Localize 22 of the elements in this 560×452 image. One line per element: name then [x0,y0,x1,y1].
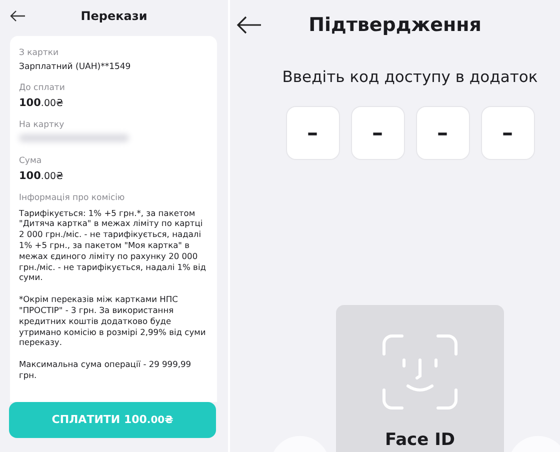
code-digit-field[interactable]: – [350,106,404,160]
commission-text: Максимальна сума операції - 29 999,99 грн. [19,359,192,381]
field-label: До сплати [19,82,66,93]
back-arrow-icon[interactable] [10,10,26,22]
amount-value: 100.00₴ [19,170,64,182]
code-digit-field[interactable]: – [480,106,534,160]
amount-value: 100.00₴ [19,96,64,109]
screen-title: Перекази [80,8,148,23]
code-digit-field[interactable]: – [416,106,470,160]
field-value: Зарплатний (UAH)**1549 [19,62,132,72]
section-title: Інформація про комісію [19,192,126,203]
field-label: З картки [19,48,60,58]
field-label: Сума [19,156,43,166]
commission-text: *Окрім переказів між картками НПС "ПРОСТІР" - 3 грн. За використання кредитних коштів додатково буде утримано комісію в розмірі 2,99% від суми переказу. [19,294,207,348]
screen-title: Підтвердження [308,14,482,36]
back-arrow-icon[interactable] [236,15,262,35]
face-id-icon [382,334,458,410]
face-id-label: Face ID [384,430,456,450]
field-label: На картку [19,120,66,130]
code-digit-field[interactable]: – [286,106,340,160]
prompt-text: Введіть код доступу в додаток [282,68,538,86]
commission-text: Тарифікується: 1% +5 грн.*, за пакетом "Дитяча картка" в межах ліміту по картці 2 000 грн./міс. - не тарифікується, надалі 1% +5 грн., за пакетом "Моя картка" в межах єдиного ліміту по рахунку 20 000 грн./міс. - не тарифікується, надалі 1% від суми. [19,208,207,284]
